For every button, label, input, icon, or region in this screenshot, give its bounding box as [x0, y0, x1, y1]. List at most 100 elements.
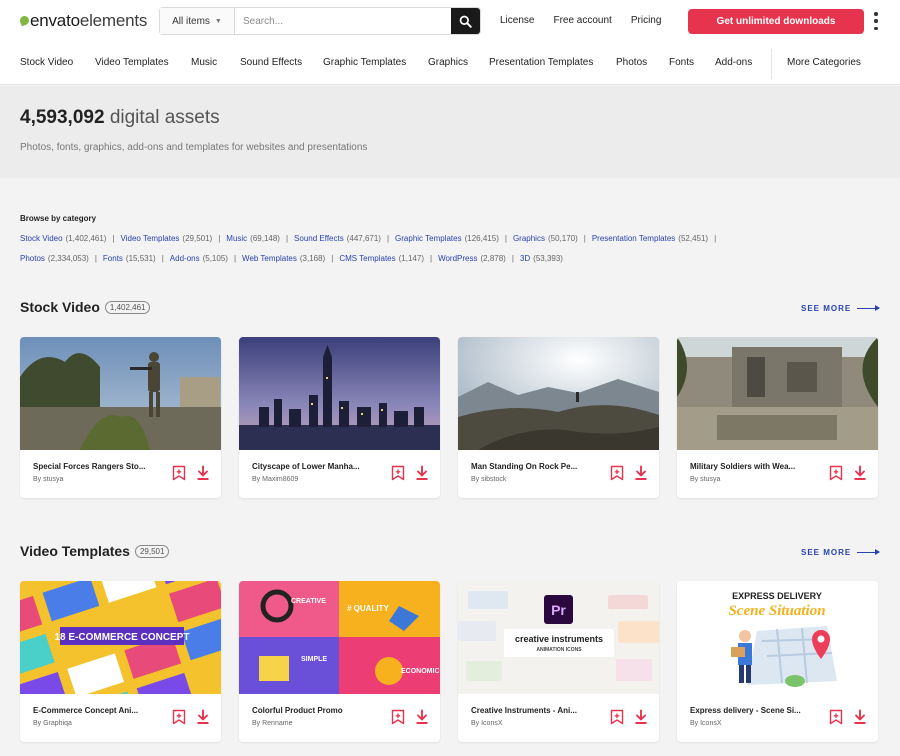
download-icon[interactable]: [415, 709, 429, 725]
pricing-link[interactable]: Pricing: [631, 15, 662, 26]
bookmark-add-icon[interactable]: [610, 465, 624, 481]
item-author[interactable]: By Graphiqa: [33, 720, 72, 727]
browse-link[interactable]: WordPress: [438, 254, 477, 263]
item-author[interactable]: By Renname: [252, 720, 292, 727]
browse-link[interactable]: Music: [226, 234, 247, 243]
item-author[interactable]: By sibstock: [471, 476, 506, 483]
license-link[interactable]: License: [500, 15, 534, 26]
browse-row-2: Photos (2,334,053) | Fonts (15,531) | Add-on…: [20, 254, 563, 263]
svg-text:18 E-COMMERCE CONCEPT: 18 E-COMMERCE CONCEPT: [54, 632, 189, 643]
browse-link[interactable]: 3D: [520, 254, 530, 263]
item-title[interactable]: E-Commerce Concept Ani...: [33, 706, 153, 715]
nav-sound-effects[interactable]: Sound Effects: [240, 57, 302, 68]
item-author[interactable]: By stusya: [690, 476, 720, 483]
browse-by-category: Browse by category Stock Video (1,402,461…: [0, 178, 900, 278]
see-more-link[interactable]: SEE MORE: [801, 304, 881, 313]
free-account-link[interactable]: Free account: [553, 15, 611, 26]
bookmark-add-icon[interactable]: [391, 709, 405, 725]
browse-link[interactable]: Stock Video: [20, 234, 63, 243]
browse-heading: Browse by category: [20, 214, 97, 223]
download-icon[interactable]: [853, 709, 867, 725]
bookmark-add-icon[interactable]: [391, 465, 405, 481]
bookmark-add-icon[interactable]: [610, 709, 624, 725]
thumbnail: [239, 337, 440, 450]
page-subtitle: Photos, fonts, graphics, add-ons and tem…: [20, 142, 368, 153]
nav-more-categories[interactable]: More Categories: [787, 57, 861, 68]
browse-link[interactable]: Video Templates: [121, 234, 180, 243]
svg-text:# QUALITY: # QUALITY: [347, 604, 389, 613]
item-title[interactable]: Man Standing On Rock Pe...: [471, 462, 591, 471]
svg-text:SIMPLE: SIMPLE: [301, 656, 327, 663]
arrow-right-icon: [857, 305, 881, 311]
item-title[interactable]: Cityscape of Lower Manha...: [252, 462, 372, 471]
browse-link[interactable]: Sound Effects: [294, 234, 344, 243]
nav-fonts[interactable]: Fonts: [669, 57, 694, 68]
item-card[interactable]: Pr creative instruments ANIMATION ICONS …: [458, 581, 659, 742]
thumbnail: CREATIVE # QUALITY SIMPLE ECONOMIC: [239, 581, 440, 694]
nav-graphic-templates[interactable]: Graphic Templates: [323, 57, 406, 68]
browse-link[interactable]: CMS Templates: [339, 254, 395, 263]
svg-text:ECONOMIC: ECONOMIC: [401, 668, 440, 675]
item-card[interactable]: Man Standing On Rock Pe... By sibstock: [458, 337, 659, 498]
thumbnail: [20, 337, 221, 450]
nav-presentation-templates[interactable]: Presentation Templates: [489, 57, 593, 68]
search-button[interactable]: [451, 8, 480, 34]
item-title[interactable]: Express delivery - Scene Si...: [690, 706, 810, 715]
more-menu-icon[interactable]: [873, 12, 879, 30]
item-author[interactable]: By stusya: [33, 476, 63, 483]
download-icon[interactable]: [853, 465, 867, 481]
item-title[interactable]: Military Soldiers with Wea...: [690, 462, 810, 471]
nav-divider: [771, 49, 772, 79]
svg-text:ANIMATION ICONS: ANIMATION ICONS: [536, 647, 582, 653]
search-input[interactable]: [235, 8, 451, 34]
item-card[interactable]: Special Forces Rangers Sto... By stusya: [20, 337, 221, 498]
item-card[interactable]: CREATIVE # QUALITY SIMPLE ECONOMIC Color…: [239, 581, 440, 742]
svg-text:CREATIVE: CREATIVE: [291, 598, 326, 605]
section-header-video-templates: Video Templates 29,501: [20, 543, 170, 559]
browse-link[interactable]: Add-ons: [170, 254, 200, 263]
search-bar: All items ▼: [159, 7, 481, 35]
item-title[interactable]: Colorful Product Promo: [252, 706, 372, 715]
item-card[interactable]: 18 E-COMMERCE CONCEPT E-Commerce Concept…: [20, 581, 221, 742]
item-author[interactable]: By IconsX: [690, 720, 722, 727]
item-title[interactable]: Special Forces Rangers Sto...: [33, 462, 153, 471]
nav-video-templates[interactable]: Video Templates: [95, 57, 169, 68]
item-card[interactable]: EXPRESS DELIVERY Scene Situation Express…: [677, 581, 878, 742]
item-author[interactable]: By IconsX: [471, 720, 503, 727]
browse-row-1: Stock Video (1,402,461) | Video Templates(…: [20, 234, 717, 243]
bookmark-add-icon[interactable]: [829, 465, 843, 481]
svg-text:creative instruments: creative instruments: [515, 634, 603, 644]
item-card[interactable]: Cityscape of Lower Manha... By Maxim8609: [239, 337, 440, 498]
envato-elements-logo[interactable]: envato elements: [18, 11, 147, 31]
bookmark-add-icon[interactable]: [829, 709, 843, 725]
nav-graphics[interactable]: Graphics: [428, 57, 468, 68]
thumbnail: Pr creative instruments ANIMATION ICONS: [458, 581, 659, 694]
bookmark-add-icon[interactable]: [172, 465, 186, 481]
item-card[interactable]: Military Soldiers with Wea... By stusya: [677, 337, 878, 498]
download-icon[interactable]: [634, 709, 648, 725]
hero-banner: 4,593,092 digital assets Photos, fonts, …: [0, 86, 900, 178]
browse-link[interactable]: Fonts: [103, 254, 123, 263]
download-icon[interactable]: [196, 709, 210, 725]
download-icon[interactable]: [634, 465, 648, 481]
bookmark-add-icon[interactable]: [172, 709, 186, 725]
browse-link[interactable]: Graphic Templates: [395, 234, 462, 243]
thumbnail: EXPRESS DELIVERY Scene Situation: [677, 581, 878, 694]
download-icon[interactable]: [415, 465, 429, 481]
browse-link[interactable]: Presentation Templates: [592, 234, 675, 243]
search-scope-dropdown[interactable]: All items ▼: [160, 8, 235, 34]
nav-stock-video[interactable]: Stock Video: [20, 57, 73, 68]
browse-link[interactable]: Photos: [20, 254, 45, 263]
nav-photos[interactable]: Photos: [616, 57, 647, 68]
nav-add-ons[interactable]: Add-ons: [715, 57, 752, 68]
browse-link[interactable]: Graphics: [513, 234, 545, 243]
item-author[interactable]: By Maxim8609: [252, 476, 298, 483]
see-more-link[interactable]: SEE MORE: [801, 548, 881, 557]
count-badge: 29,501: [134, 544, 170, 558]
download-icon[interactable]: [196, 465, 210, 481]
get-unlimited-downloads-button[interactable]: Get unlimited downloads: [688, 9, 864, 34]
nav-music[interactable]: Music: [191, 57, 217, 68]
item-title[interactable]: Creative Instruments - Ani...: [471, 706, 591, 715]
section-title: Stock Video: [20, 299, 100, 315]
browse-link[interactable]: Web Templates: [242, 254, 297, 263]
